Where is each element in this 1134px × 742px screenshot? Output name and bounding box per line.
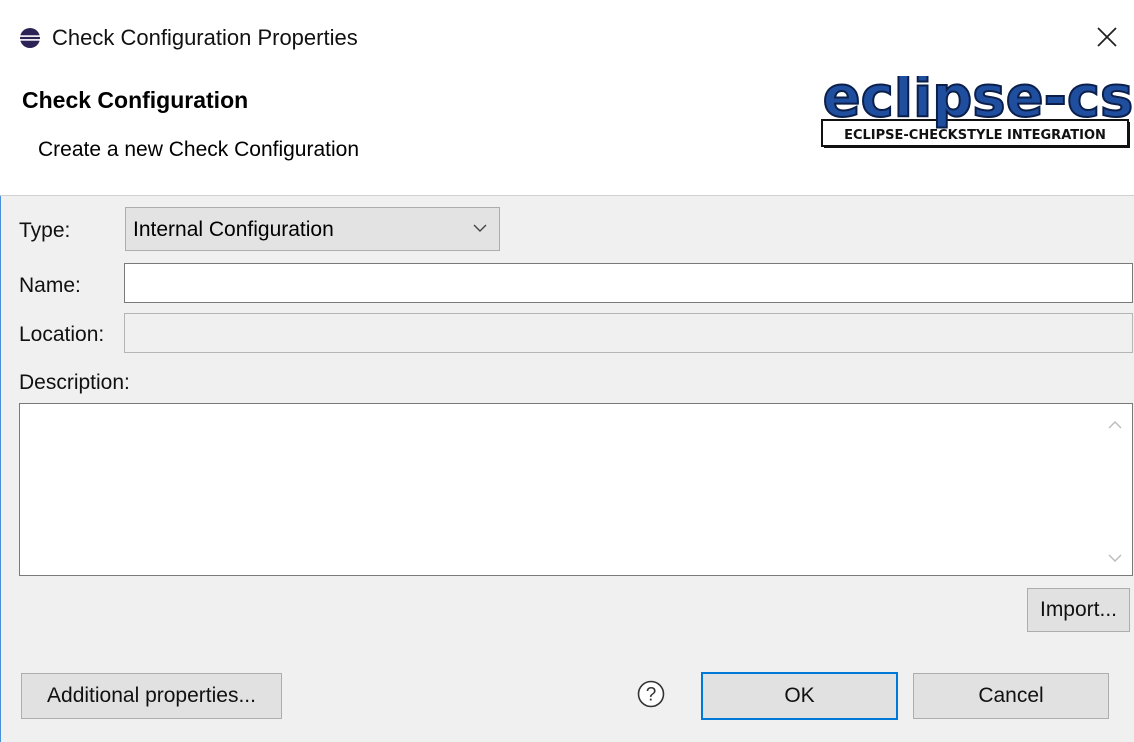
name-input[interactable]	[124, 263, 1133, 303]
eclipse-icon	[20, 28, 40, 48]
page-title: Check Configuration	[22, 87, 249, 113]
title-bar: Check Configuration Properties	[0, 0, 1134, 76]
logo-subtext: ECLIPSE-CHECKSTYLE INTEGRATION	[844, 128, 1106, 143]
description-textarea[interactable]	[19, 403, 1133, 576]
logo-text: eclipse-cs	[823, 76, 1134, 130]
location-input	[124, 313, 1133, 353]
chevron-down-icon	[473, 224, 487, 232]
eclipse-cs-logo: eclipse-cs ECLIPSE-CHECKSTYLE INTEGRATIO…	[821, 76, 1134, 148]
type-combo[interactable]: Internal Configuration	[125, 207, 500, 251]
cancel-button[interactable]: Cancel	[913, 673, 1109, 719]
close-icon	[1097, 27, 1117, 47]
window-title: Check Configuration Properties	[52, 25, 358, 50]
page-description: Create a new Check Configuration	[38, 138, 360, 161]
wizard-banner: Check Configuration Create a new Check C…	[0, 76, 1134, 196]
scroll-up-icon[interactable]	[1108, 420, 1122, 430]
description-label: Description:	[19, 371, 130, 394]
type-label: Type:	[19, 219, 71, 242]
help-icon[interactable]: ?	[637, 680, 665, 708]
location-label: Location:	[19, 323, 105, 346]
scroll-down-icon[interactable]	[1108, 553, 1122, 563]
svg-text:?: ?	[646, 685, 657, 706]
name-label: Name:	[19, 274, 81, 297]
additional-properties-button[interactable]: Additional properties...	[21, 673, 282, 719]
close-button[interactable]	[1094, 23, 1120, 51]
ok-button[interactable]: OK	[701, 672, 898, 720]
type-combo-value: Internal Configuration	[133, 218, 334, 241]
import-button[interactable]: Import...	[1027, 588, 1130, 632]
